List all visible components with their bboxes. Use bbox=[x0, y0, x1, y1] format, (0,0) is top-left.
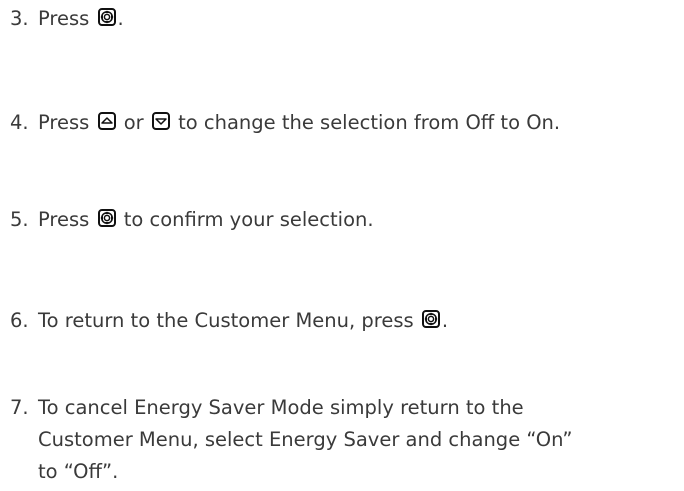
step-text: Press bbox=[38, 208, 90, 231]
step-5: 5. Press to confirm your selection. bbox=[10, 204, 670, 236]
step-text: To return to the Customer Menu, press bbox=[38, 309, 414, 332]
step-text-end: to confirm your selection. bbox=[123, 208, 374, 231]
step-6: 6. To return to the Customer Menu, press … bbox=[10, 305, 670, 337]
step-text: To cancel Energy Saver Mode simply retur… bbox=[38, 396, 524, 419]
step-3: 3. Press . bbox=[10, 3, 670, 35]
select-icon bbox=[421, 310, 440, 328]
up-icon bbox=[97, 112, 116, 130]
select-icon bbox=[97, 209, 116, 227]
step-text-or: or bbox=[123, 111, 144, 134]
step-7-line-1: 7. To cancel Energy Saver Mode simply ret… bbox=[10, 392, 670, 424]
step-text: Press bbox=[38, 7, 90, 30]
step-7: 7. To cancel Energy Saver Mode simply ret… bbox=[10, 392, 670, 488]
step-number: 3. bbox=[10, 7, 29, 30]
select-icon bbox=[97, 8, 116, 26]
down-icon bbox=[151, 112, 170, 130]
step-text-end: to change the selection from Off to On. bbox=[178, 111, 561, 134]
step-number: 6. bbox=[10, 309, 29, 332]
step-number: 5. bbox=[10, 208, 29, 231]
step-text: Press bbox=[38, 111, 90, 134]
step-text-end: . bbox=[117, 7, 124, 30]
step-number: 7. bbox=[10, 396, 29, 419]
step-4: 4. Press or to change the selection from … bbox=[10, 107, 670, 139]
step-number: 4. bbox=[10, 111, 29, 134]
step-text-end: . bbox=[441, 309, 449, 332]
step-7-line-3: to “Off”. bbox=[38, 460, 119, 483]
step-7-line-2: Customer Menu, select Energy Saver and c… bbox=[38, 428, 573, 451]
